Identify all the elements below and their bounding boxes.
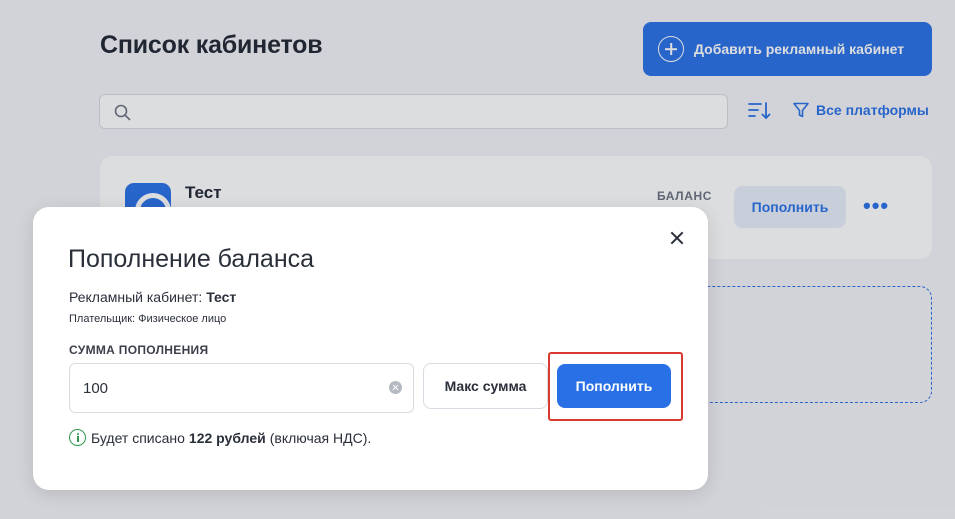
note-suffix: (включая НДС). — [269, 429, 372, 446]
topup-modal: Пополнение баланса Рекламный кабинет: Те… — [33, 207, 708, 490]
note-prefix: Будет списано — [91, 429, 185, 446]
clear-icon[interactable] — [389, 381, 402, 394]
amount-field[interactable] — [69, 363, 414, 413]
account-prefix: Рекламный кабинет: — [69, 289, 203, 305]
payer-line: Плательщик: Физическое лицо — [69, 313, 227, 325]
max-amount-button[interactable]: Макс сумма — [423, 363, 548, 409]
account-name: Тест — [206, 289, 237, 305]
modal-title: Пополнение баланса — [68, 245, 315, 273]
topup-button[interactable]: Пополнить — [557, 364, 671, 408]
amount-label: СУММА ПОПОЛНЕНИЯ — [69, 343, 209, 357]
amount-input[interactable] — [83, 378, 373, 398]
note-amount: 122 рублей — [188, 429, 266, 446]
close-icon[interactable] — [667, 228, 687, 248]
info-icon — [69, 429, 86, 446]
charge-note: Будет списано 122 рублей (включая НДС). — [69, 429, 371, 446]
account-line: Рекламный кабинет: Тест — [69, 289, 236, 305]
